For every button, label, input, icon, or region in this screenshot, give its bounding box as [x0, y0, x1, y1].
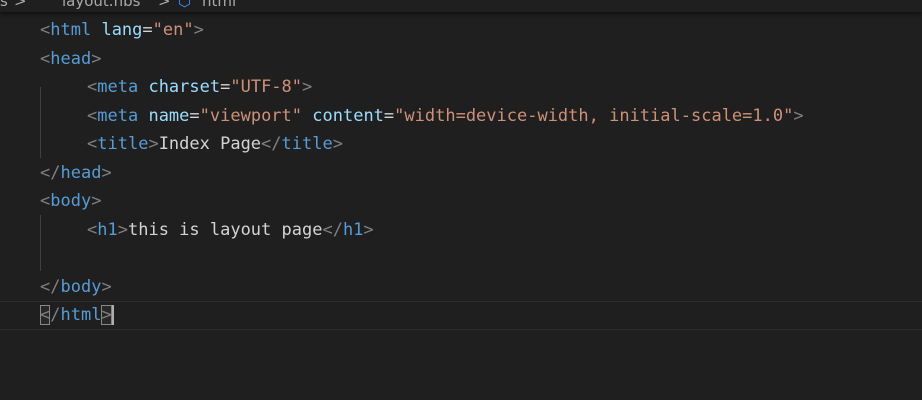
- tag-name: head: [60, 162, 102, 183]
- code-line[interactable]: <body>: [0, 187, 922, 216]
- tag-name: body: [50, 191, 92, 211]
- text-content: this is layout page: [127, 219, 323, 240]
- tag-name: title: [281, 134, 333, 154]
- code-line[interactable]: <h1>this is layout page</h1>: [0, 216, 922, 245]
- indent-guide-head: [40, 87, 41, 158]
- code-line[interactable]: <html lang="en">: [0, 16, 922, 45]
- attribute-name: lang: [101, 20, 143, 40]
- breadcrumb-separator: >: [158, 0, 171, 10]
- code-area[interactable]: <html lang="en"> <head> <meta charset="U…: [0, 16, 922, 330]
- attribute-name: content: [312, 105, 384, 126]
- code-line[interactable]: <meta charset="UTF-8">: [0, 73, 922, 102]
- bracket-match-open: <: [40, 305, 51, 325]
- code-line-empty[interactable]: [0, 244, 922, 273]
- code-line[interactable]: </body>: [0, 273, 922, 302]
- tag-name: html: [60, 305, 102, 325]
- code-line[interactable]: <meta name="viewport" content="width=dev…: [0, 102, 922, 131]
- tag-name: title: [97, 134, 149, 154]
- breadcrumb-item-folder[interactable]: s: [0, 0, 8, 11]
- text-content: Index Page: [158, 134, 262, 154]
- bracket-match-close: >: [101, 305, 112, 325]
- tag-name: head: [50, 48, 92, 69]
- tag-name: h1: [342, 219, 364, 240]
- attribute-value: "en": [152, 20, 194, 40]
- code-line[interactable]: <head>: [0, 45, 922, 74]
- tag-name: h1: [97, 219, 118, 240]
- attribute-name: charset: [148, 77, 221, 97]
- html-element-icon: ⬡: [178, 0, 192, 10]
- breadcrumb-separator: >: [14, 0, 27, 10]
- attribute-value: "viewport": [199, 105, 303, 126]
- attribute-name: name: [148, 105, 190, 126]
- code-line[interactable]: </head>: [0, 159, 922, 188]
- breadcrumb: s > layout.hbs > ⬡ html: [0, 0, 922, 12]
- breadcrumb-item-symbol[interactable]: html: [202, 0, 236, 11]
- attribute-value: "UTF-8": [230, 77, 303, 97]
- tag-name: html: [50, 20, 92, 40]
- code-line[interactable]: <title>Index Page</title>: [0, 130, 922, 159]
- breadcrumb-item-file[interactable]: layout.hbs: [62, 0, 140, 11]
- text-cursor: [111, 305, 114, 325]
- tag-name: body: [60, 276, 102, 297]
- indent-guide-body: [40, 215, 41, 271]
- tag-name: meta: [97, 105, 139, 126]
- code-line-current[interactable]: </html>: [0, 301, 922, 330]
- attribute-value: "width=device-width, initial-scale=1.0": [394, 105, 794, 126]
- code-editor[interactable]: s > layout.hbs > ⬡ html <html lang="en">…: [0, 0, 922, 400]
- tag-name: meta: [97, 77, 139, 97]
